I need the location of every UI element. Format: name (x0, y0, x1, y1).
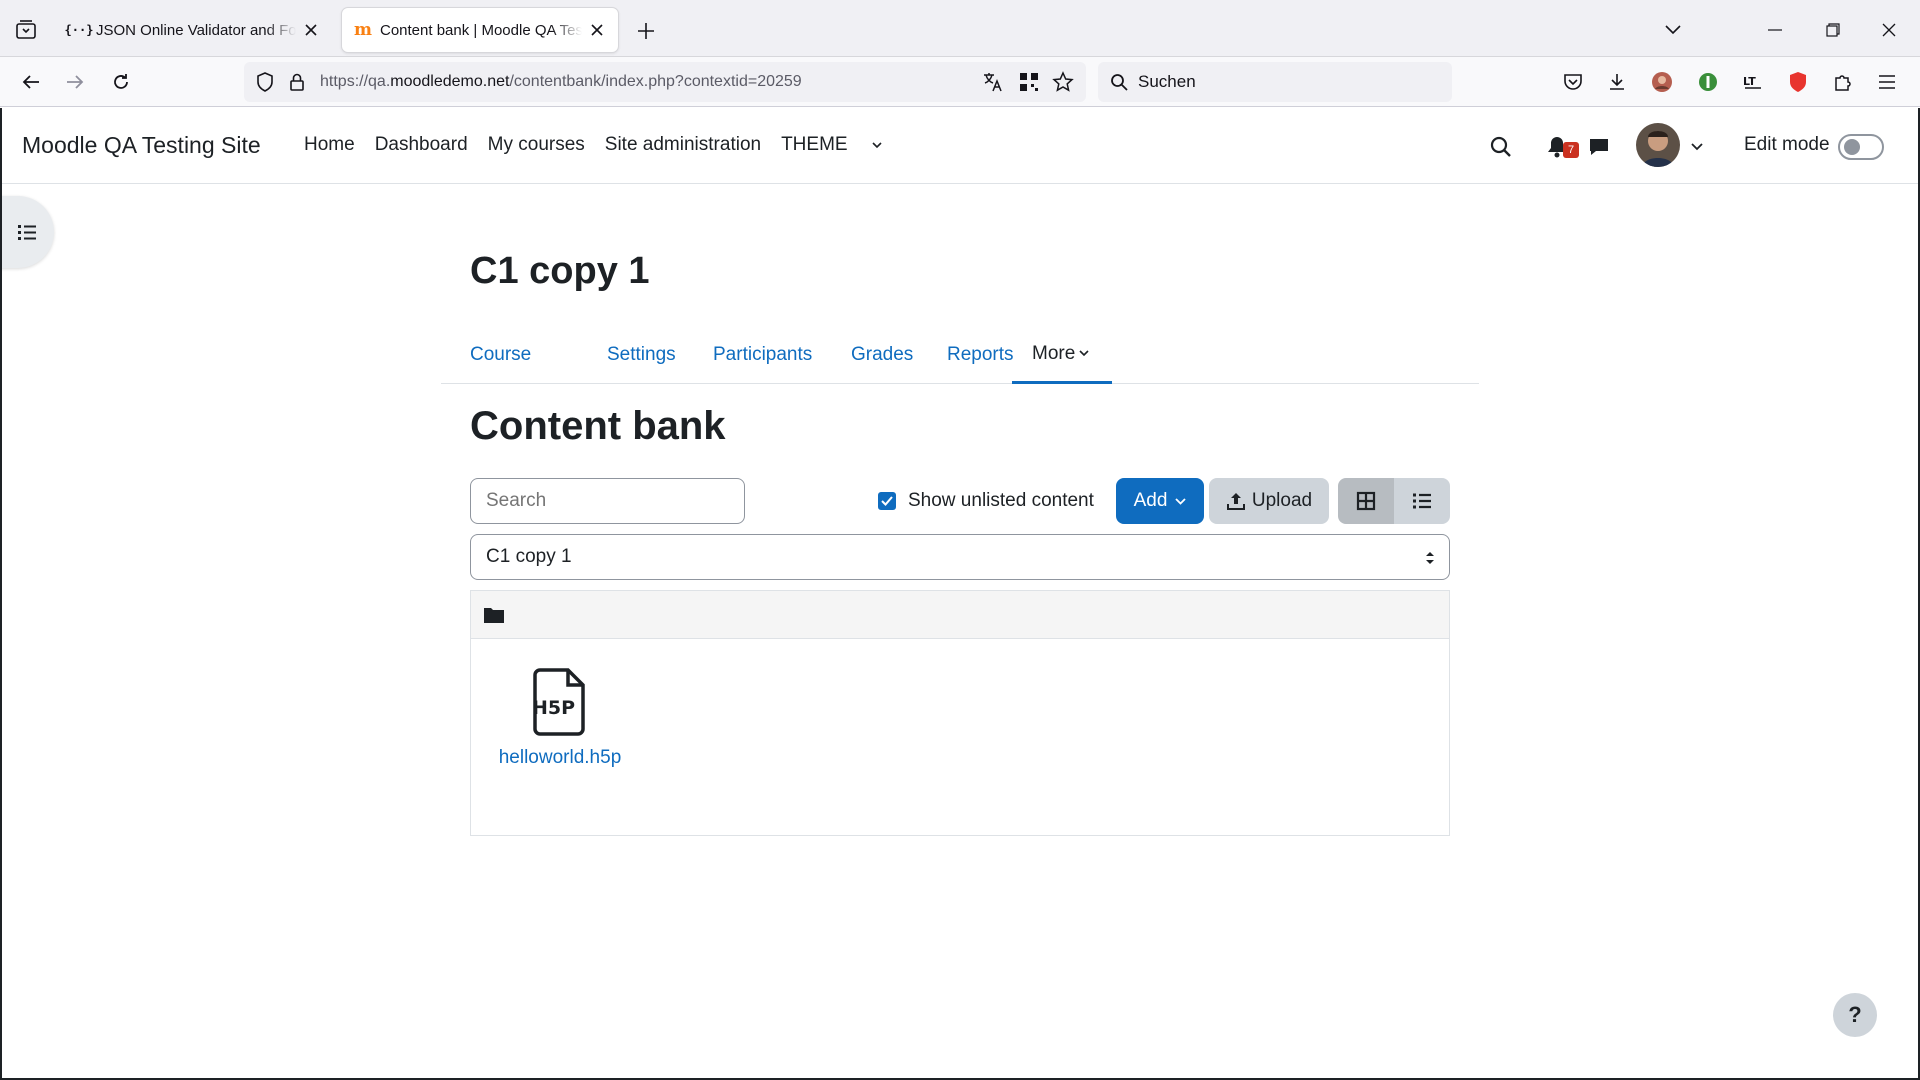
tab-list-icon[interactable] (14, 18, 38, 42)
h5p-file-icon[interactable]: H5P (530, 667, 590, 737)
user-avatar[interactable] (1636, 123, 1680, 167)
site-name[interactable]: Moodle QA Testing Site (22, 132, 261, 159)
new-tab-icon[interactable] (634, 19, 658, 43)
grid-view-icon (1356, 491, 1376, 511)
tab-more[interactable]: More (1012, 326, 1112, 384)
back-arrow-icon[interactable] (18, 69, 44, 95)
select-arrows-icon (1426, 552, 1434, 564)
show-unlisted-label: Show unlisted content (908, 490, 1094, 511)
shield-extension-icon[interactable] (1695, 69, 1721, 95)
ublock-shield-icon[interactable] (1785, 69, 1811, 95)
tab-settings[interactable]: Settings (587, 326, 696, 384)
nav-site-administration[interactable]: Site administration (605, 134, 761, 156)
page-heading: Content bank (470, 404, 726, 448)
json-favicon-icon: {··} (64, 23, 94, 37)
qr-code-icon[interactable] (1018, 71, 1040, 93)
chevron-down-icon (872, 141, 882, 148)
notification-count-badge: 7 (1563, 142, 1579, 158)
list-icon (18, 225, 36, 240)
grid-view-button[interactable] (1338, 478, 1394, 524)
close-tab-icon[interactable] (302, 21, 320, 39)
nav-theme-dropdown[interactable]: THEME (781, 134, 882, 156)
pocket-icon[interactable] (1560, 69, 1586, 95)
nav-theme-label: THEME (781, 134, 848, 155)
folder-icon (484, 607, 504, 623)
user-menu-chevron-icon[interactable] (1684, 134, 1710, 160)
minimize-icon[interactable] (1760, 16, 1790, 44)
languagetool-icon[interactable]: LT (1740, 69, 1766, 95)
profile-extension-icon[interactable] (1649, 69, 1675, 95)
file-name-link[interactable]: helloworld.h5p (495, 747, 625, 769)
chevron-down-icon (1175, 497, 1187, 505)
browser-tab-content-bank[interactable]: m Content bank | Moodle QA Testing Site (342, 8, 618, 52)
moodle-favicon-icon: m (354, 20, 372, 40)
close-window-icon[interactable] (1874, 16, 1904, 44)
browser-nav-bar: https://qa.moodledemo.net/contentbank/in… (0, 57, 1920, 107)
download-icon[interactable] (1604, 69, 1630, 95)
tab-more-label: More (1032, 342, 1076, 364)
browser-tab-bar: {··} JSON Online Validator and Formatter… (0, 0, 1920, 57)
window-border-left (0, 108, 2, 1080)
list-view-button[interactable] (1394, 478, 1450, 524)
reload-icon[interactable] (108, 69, 134, 95)
upload-button-label: Upload (1251, 490, 1313, 511)
content-bank-path-bar (471, 591, 1449, 639)
search-icon[interactable] (1488, 134, 1514, 160)
browser-tab-json-validator[interactable]: {··} JSON Online Validator and Formatter (58, 8, 332, 52)
content-search-input[interactable] (470, 478, 745, 524)
tab-title: JSON Online Validator and Formatter (96, 21, 296, 39)
course-title: C1 copy 1 (470, 250, 650, 292)
toggle-knob (1844, 139, 1860, 155)
url-bar[interactable]: https://qa.moodledemo.net/contentbank/in… (244, 62, 1086, 102)
moodle-header: Moodle QA Testing Site Home Dashboard My… (0, 108, 1920, 184)
nav-dashboard[interactable]: Dashboard (375, 134, 468, 156)
tab-title: Content bank | Moodle QA Testing Site (380, 21, 582, 39)
search-icon (1110, 73, 1128, 91)
content-bank-area: H5P helloworld.h5p (470, 590, 1450, 836)
list-all-tabs-icon[interactable] (1658, 16, 1688, 44)
primary-navigation: Home Dashboard My courses Site administr… (304, 134, 902, 156)
chevron-down-icon (1079, 350, 1089, 357)
edit-mode-toggle[interactable] (1838, 134, 1884, 160)
search-placeholder: Suchen (1138, 72, 1196, 91)
messages-icon[interactable] (1586, 134, 1612, 160)
context-select-value: C1 copy 1 (486, 546, 572, 567)
tab-course[interactable]: Course (450, 326, 551, 384)
list-view-icon (1413, 493, 1431, 509)
edit-mode-label: Edit mode (1744, 134, 1830, 155)
shield-icon[interactable] (254, 71, 276, 93)
nav-my-courses[interactable]: My courses (488, 134, 585, 156)
lock-icon[interactable] (286, 71, 308, 93)
tab-grades[interactable]: Grades (831, 326, 933, 384)
upload-button[interactable]: Upload (1209, 478, 1329, 524)
bookmark-star-icon[interactable] (1052, 71, 1074, 93)
add-button-label: Add (1133, 490, 1168, 511)
file-item[interactable]: H5P helloworld.h5p (495, 667, 625, 769)
context-select[interactable]: C1 copy 1 (470, 534, 1450, 580)
close-tab-icon[interactable] (588, 21, 606, 39)
svg-text:LT: LT (1743, 75, 1756, 88)
extensions-puzzle-icon[interactable] (1830, 69, 1856, 95)
add-button[interactable]: Add (1116, 478, 1204, 524)
course-secondary-navigation: Course Settings Participants Grades Repo… (441, 326, 1479, 384)
help-button[interactable]: ? (1833, 993, 1877, 1037)
url-text: https://qa.moodledemo.net/contentbank/in… (320, 73, 802, 90)
show-unlisted-checkbox[interactable] (878, 492, 896, 510)
tab-participants[interactable]: Participants (693, 326, 832, 384)
browser-search-bar[interactable]: Suchen (1098, 62, 1452, 102)
forward-arrow-icon[interactable] (62, 69, 88, 95)
course-index-drawer-toggle[interactable] (0, 196, 54, 268)
h5p-icon-label: H5P (532, 697, 575, 719)
show-unlisted-checkbox-row[interactable]: Show unlisted content (878, 490, 1094, 512)
restore-icon[interactable] (1818, 16, 1848, 44)
nav-home[interactable]: Home (304, 134, 355, 156)
upload-icon (1226, 493, 1245, 510)
translate-icon[interactable] (982, 71, 1004, 93)
hamburger-menu-icon[interactable] (1874, 69, 1900, 95)
